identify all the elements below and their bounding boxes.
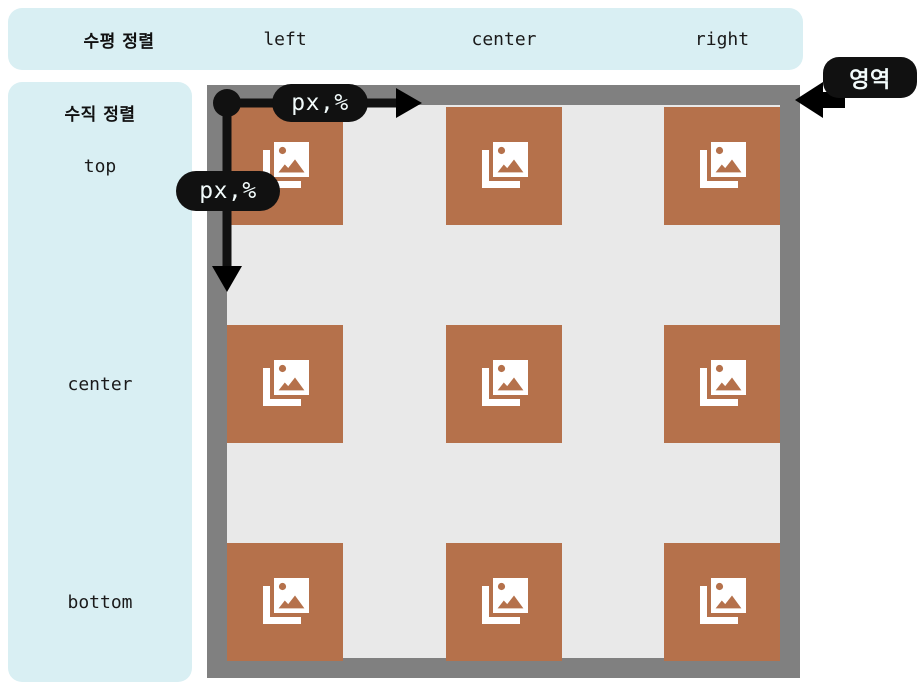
vertical-offset-badge: px,%	[176, 171, 280, 211]
images-stack-icon	[700, 142, 746, 188]
vertical-alignment-title: 수직 정렬	[64, 104, 136, 125]
tile-center-right[interactable]	[664, 325, 780, 443]
images-stack-icon	[482, 578, 528, 624]
sidebar-row-bottom: bottom	[67, 591, 133, 613]
horizontal-offset-badge: px,%	[272, 84, 368, 122]
images-stack-icon	[263, 360, 309, 406]
sidebar-row-center: center	[67, 373, 133, 395]
tile-center-left[interactable]	[227, 325, 343, 443]
tile-top-right[interactable]	[664, 107, 780, 225]
header-column-left: left	[263, 28, 307, 50]
tile-bottom-right[interactable]	[664, 543, 780, 661]
vertical-offset-label: px,%	[199, 178, 257, 204]
horizontal-alignment-title: 수평 정렬	[83, 31, 155, 52]
images-stack-icon	[482, 142, 528, 188]
area-callout-label: 영역	[849, 67, 891, 93]
images-stack-icon	[482, 360, 528, 406]
header-column-center: center	[471, 28, 537, 50]
images-stack-icon	[700, 578, 746, 624]
images-stack-icon	[263, 578, 309, 624]
horizontal-alignment-legend: 수평 정렬 left center right	[8, 8, 803, 70]
tile-top-center[interactable]	[446, 107, 562, 225]
horizontal-offset-label: px,%	[291, 90, 349, 116]
area-callout-badge: 영역	[823, 57, 917, 98]
header-column-right: right	[694, 28, 750, 50]
images-stack-icon	[700, 360, 746, 406]
area-box	[207, 85, 800, 678]
vertical-alignment-legend: 수직 정렬 top center bottom	[8, 82, 192, 682]
area-inner-canvas	[227, 105, 780, 661]
tile-bottom-left[interactable]	[227, 543, 343, 661]
tile-bottom-center[interactable]	[446, 543, 562, 661]
sidebar-row-top: top	[83, 155, 117, 177]
tile-center-center[interactable]	[446, 325, 562, 443]
